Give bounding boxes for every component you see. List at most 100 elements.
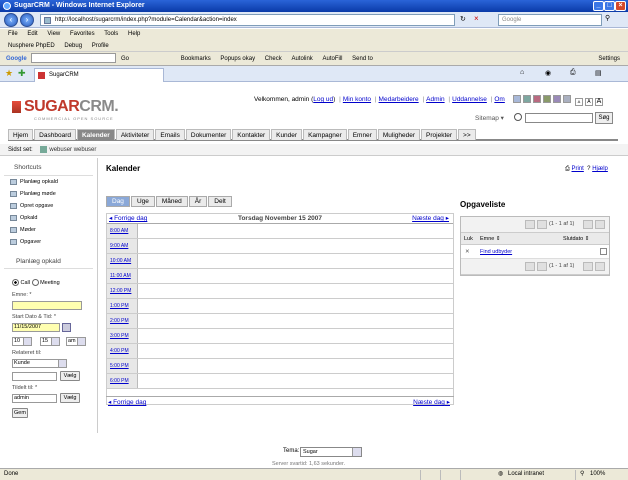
tab-dashboard[interactable]: Dashboard	[34, 129, 76, 140]
font-medium-button[interactable]: A	[584, 98, 593, 106]
url-input[interactable]: http://localhost/sugarcrm/index.php?modu…	[40, 14, 455, 26]
hour-row[interactable]: 11:00 AM	[107, 269, 453, 284]
shortcut-schedule-meeting[interactable]: Planlæg møde	[0, 188, 97, 200]
gbar-autolink[interactable]: Autolink	[291, 56, 312, 62]
edit-task-icon[interactable]	[600, 248, 607, 255]
calendar-picker-icon[interactable]	[62, 323, 71, 332]
hour-row[interactable]: 12:00 PM	[107, 284, 453, 299]
menu-tools[interactable]: Tools	[104, 31, 118, 37]
hour-label[interactable]: 8:00 AM	[107, 224, 138, 238]
start-date-input[interactable]: 11/15/2007	[12, 323, 60, 332]
pager-next-button[interactable]	[583, 262, 593, 271]
about-link[interactable]: Om	[494, 96, 504, 103]
hour-row[interactable]: 3:00 PM	[107, 329, 453, 344]
gbar-autofill[interactable]: AutoFill	[322, 56, 342, 62]
tab-kontakter[interactable]: Kontakter	[232, 129, 271, 140]
swatch-3[interactable]	[533, 95, 541, 103]
google-search-input[interactable]	[31, 53, 117, 64]
shortcut-create-task[interactable]: Opret opgave	[0, 200, 97, 212]
pager-next-button[interactable]	[583, 220, 593, 229]
hour-label[interactable]: 3:00 PM	[107, 329, 138, 343]
pager-last-button[interactable]	[595, 220, 605, 229]
hour-label[interactable]: 6:00 PM	[107, 374, 138, 388]
menu-favorites[interactable]: Favorites	[70, 31, 95, 37]
close-task-icon[interactable]: ✕	[465, 245, 470, 259]
prev-day-link-bottom[interactable]: ◂ Forrige dag	[108, 398, 146, 406]
tab-kalender[interactable]: Kalender	[76, 129, 115, 140]
hour-row[interactable]: 1:00 PM	[107, 299, 453, 314]
menu-view[interactable]: View	[47, 31, 60, 37]
col-due[interactable]: Slutdato ⇕	[563, 233, 589, 245]
page-menu-icon[interactable]: ▤	[595, 69, 602, 77]
link-profile[interactable]: Profile	[92, 43, 109, 49]
tab-more[interactable]: >>	[458, 129, 476, 140]
radio-call[interactable]	[12, 279, 19, 286]
my-account-link[interactable]: Min konto	[343, 96, 371, 103]
tab-kampagner[interactable]: Kampagner	[303, 129, 347, 140]
browser-tab-sugarcrm[interactable]: SugarCRM	[34, 68, 164, 82]
hour-label[interactable]: 1:00 PM	[107, 299, 138, 313]
next-day-link-bottom[interactable]: Næste dag ▸	[413, 398, 450, 406]
favorites-star-icon[interactable]: ★	[5, 68, 13, 79]
maximize-button[interactable]: □	[604, 1, 615, 11]
close-button[interactable]: ×	[615, 1, 626, 11]
emne-input[interactable]	[12, 301, 82, 310]
tab-emner[interactable]: Emner	[347, 129, 377, 140]
site-search-input[interactable]	[525, 113, 593, 123]
refresh-icon[interactable]: ↻	[460, 15, 466, 23]
hour-label[interactable]: 5:00 PM	[107, 359, 138, 373]
hour-row[interactable]: 9:00 AM	[107, 239, 453, 254]
zoom-level[interactable]: 100%	[590, 469, 605, 480]
ampm-select[interactable]: am	[66, 337, 86, 346]
shortcut-tasks[interactable]: Opgaver	[0, 236, 97, 248]
hour-select[interactable]: 10	[12, 337, 32, 346]
link-phped[interactable]: Nusphere PhpED	[8, 43, 55, 49]
view-tab-shared[interactable]: Delt	[208, 196, 232, 207]
next-day-link[interactable]: Næste dag ▸	[412, 214, 449, 224]
swatch-6[interactable]	[563, 95, 571, 103]
pager-prev-button[interactable]	[537, 220, 547, 229]
help-link[interactable]: Hjælp	[592, 166, 608, 172]
radio-meeting[interactable]	[31, 279, 39, 286]
stop-icon[interactable]: ×	[474, 14, 479, 23]
hour-label[interactable]: 11:00 AM	[107, 269, 138, 283]
print-link[interactable]: Print	[571, 166, 583, 172]
hour-label[interactable]: 9:00 AM	[107, 239, 138, 253]
gbar-settings[interactable]: Settings	[598, 52, 620, 66]
minute-select[interactable]: 15	[40, 337, 60, 346]
search-icon[interactable]: ⚲	[605, 14, 610, 22]
assigned-select-button[interactable]: Vælg	[60, 393, 80, 403]
shortcut-calls[interactable]: Opkald	[0, 212, 97, 224]
hour-row[interactable]: 5:00 PM	[107, 359, 453, 374]
swatch-5[interactable]	[553, 95, 561, 103]
logout-link[interactable]: Log ud	[313, 96, 333, 103]
hour-label[interactable]: 12:00 PM	[107, 284, 138, 298]
menu-help[interactable]: Help	[128, 31, 140, 37]
hour-row[interactable]: 2:00 PM	[107, 314, 453, 329]
last-viewed-item[interactable]: webuser webuser	[49, 147, 96, 153]
gbar-sendto[interactable]: Send to	[352, 56, 373, 62]
sitemap-link[interactable]: Sitemap ▾	[475, 114, 504, 122]
hour-row[interactable]: 6:00 PM	[107, 374, 453, 389]
tab-muligheder[interactable]: Muligheder	[377, 129, 421, 140]
font-large-button[interactable]: A	[594, 98, 603, 106]
link-debug[interactable]: Debug	[64, 43, 82, 49]
hour-row[interactable]: 10:00 AM	[107, 254, 453, 269]
search-button[interactable]: Søg	[595, 112, 613, 124]
gbar-bookmarks[interactable]: Bookmarks	[181, 56, 211, 62]
print-toolbar-icon[interactable]: ⎙	[570, 69, 576, 77]
theme-select[interactable]: Sugar	[300, 447, 362, 457]
menu-file[interactable]: File	[8, 31, 18, 37]
font-small-button[interactable]: A	[574, 98, 583, 106]
add-favorite-icon[interactable]: ✚	[18, 68, 26, 79]
browser-search-input[interactable]: Google	[498, 14, 602, 26]
hour-row[interactable]: 4:00 PM	[107, 344, 453, 359]
hour-row[interactable]: 8:00 AM	[107, 224, 453, 239]
minimize-button[interactable]: _	[593, 1, 604, 11]
hour-label[interactable]: 4:00 PM	[107, 344, 138, 358]
employees-link[interactable]: Medarbeidere	[379, 96, 419, 103]
tab-aktiviteter[interactable]: Aktiviteter	[115, 129, 155, 140]
swatch-2[interactable]	[523, 95, 531, 103]
shortcut-schedule-call[interactable]: Planlæg opkald	[0, 176, 97, 188]
related-select-button[interactable]: Vælg	[60, 371, 80, 381]
